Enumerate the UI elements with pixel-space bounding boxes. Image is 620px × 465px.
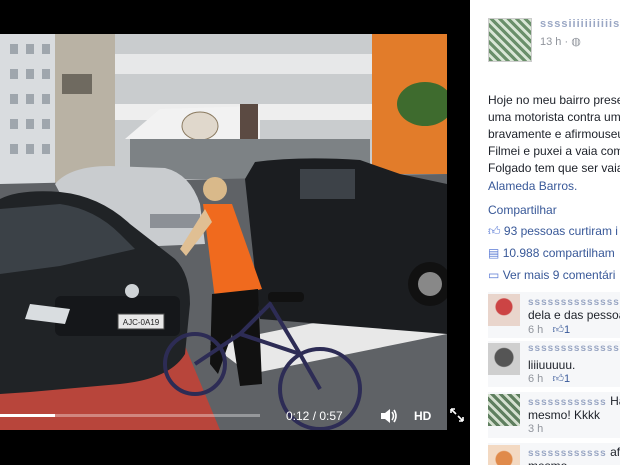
comment-avatar[interactable] xyxy=(488,343,520,375)
fullscreen-icon[interactable] xyxy=(450,408,464,422)
comment-author[interactable]: ssssssssssssss xyxy=(528,297,620,308)
hd-button[interactable]: HD xyxy=(414,409,431,423)
post-text-line: Filmei e puxei a vaia com xyxy=(488,144,620,158)
post-sidebar: ssssiiiiiiiiiiisss 13 h · ◍ Hoje no meu … xyxy=(470,0,620,465)
comment-text: Hahah xyxy=(610,394,620,408)
comment-item: ssssssssssss afir mesmo xyxy=(488,443,620,465)
comment-author[interactable]: ssssssssssss xyxy=(528,448,607,459)
globe-icon: ◍ xyxy=(571,36,581,48)
comment-text: mesmo! Kkkk xyxy=(528,408,601,422)
progress-bar[interactable] xyxy=(0,414,260,417)
post-text-line: uma motorista contra uma xyxy=(488,110,620,124)
more-comments-link[interactable]: Ver mais 9 comentári xyxy=(503,268,616,282)
comment-text: mesmo xyxy=(528,459,567,465)
comment-line: ssssssssssss afir xyxy=(528,445,620,459)
comment-icon: ▭ xyxy=(488,268,500,282)
likes-count[interactable]: 93 pessoas curtiram i xyxy=(504,224,618,238)
comment-time[interactable]: 3 h xyxy=(528,423,543,435)
thumbs-up-icon: 👍︎ xyxy=(488,224,501,238)
comment-item: ssssssssssssssssss liiiuuuuu. 6 h 👍︎1 xyxy=(488,341,620,387)
comment-author[interactable]: ssssssssssss xyxy=(528,397,607,408)
screen: AJC-0A19 0:12 / 0:57 HD ssssiiiiiiiiiiis… xyxy=(0,0,620,465)
thumbs-up-icon: 👍︎ xyxy=(546,373,564,385)
street-scene-image: AJC-0A19 xyxy=(0,34,447,430)
license-plate: AJC-0A19 xyxy=(123,318,160,327)
post-time[interactable]: 13 h xyxy=(540,36,561,48)
comment-item: ssssssssssss Hahah mesmo! Kkkk 3 h xyxy=(488,392,620,438)
author-avatar[interactable] xyxy=(488,18,532,62)
more-comments-row[interactable]: ▭ Ver mais 9 comentári xyxy=(488,268,615,282)
time-separator: / xyxy=(309,409,320,423)
comment-time[interactable]: 6 h xyxy=(528,324,543,336)
likes-row[interactable]: 👍︎ 93 pessoas curtiram i xyxy=(488,224,618,239)
share-link[interactable]: Compartilhar xyxy=(488,203,557,217)
post-text-line: bravamente e afirmouseu xyxy=(488,127,620,141)
comment-meta: 6 h 👍︎1 xyxy=(528,372,570,385)
comment-text: afir xyxy=(610,445,620,459)
time-total: 0:57 xyxy=(319,409,343,423)
comment-avatar[interactable] xyxy=(488,294,520,326)
comment-text: liiiuuuuu. xyxy=(528,358,576,372)
share-icon: ▤ xyxy=(488,246,500,260)
comment-likes[interactable]: 1 xyxy=(564,324,570,336)
comment-author[interactable]: ssssssssssssssssss xyxy=(528,343,620,354)
comment-item: ssssssssssssss Q dela e das pessoa 6 h 👍… xyxy=(488,292,620,338)
comment-meta: 6 h 👍︎1 xyxy=(528,323,570,336)
time-current: 0:12 xyxy=(286,409,310,423)
thumbs-up-icon: 👍︎ xyxy=(546,324,564,336)
comment-line: ssssssssssssss Q xyxy=(528,294,620,308)
comment-text: dela e das pessoa xyxy=(528,308,620,322)
comment-avatar[interactable] xyxy=(488,394,520,426)
progress-fill xyxy=(0,414,55,417)
shares-count[interactable]: 10.988 compartilham xyxy=(503,246,615,260)
post-text-line: Hoje no meu bairro prese xyxy=(488,93,620,107)
post-text-line: Folgado tem que ser vaia xyxy=(488,161,620,175)
comment-time[interactable]: 6 h xyxy=(528,373,543,385)
comment-avatar[interactable] xyxy=(488,445,520,465)
location-link[interactable]: Alameda Barros. xyxy=(488,177,620,195)
comment-likes[interactable]: 1 xyxy=(564,373,570,385)
volume-icon[interactable] xyxy=(380,408,398,424)
video-controls: 0:12 / 0:57 HD xyxy=(0,400,470,432)
comment-line: ssssssssssss Hahah xyxy=(528,394,620,408)
video-player[interactable]: AJC-0A19 0:12 / 0:57 HD xyxy=(0,0,470,465)
shares-row[interactable]: ▤ 10.988 compartilham xyxy=(488,246,615,260)
video-frame[interactable]: AJC-0A19 xyxy=(0,34,447,430)
author-name[interactable]: ssssiiiiiiiiiiisss xyxy=(540,18,620,30)
post-body: Hoje no meu bairro prese uma motorista c… xyxy=(488,92,620,195)
time-display: 0:12 / 0:57 xyxy=(286,409,343,423)
post-meta: 13 h · ◍ xyxy=(540,36,581,48)
